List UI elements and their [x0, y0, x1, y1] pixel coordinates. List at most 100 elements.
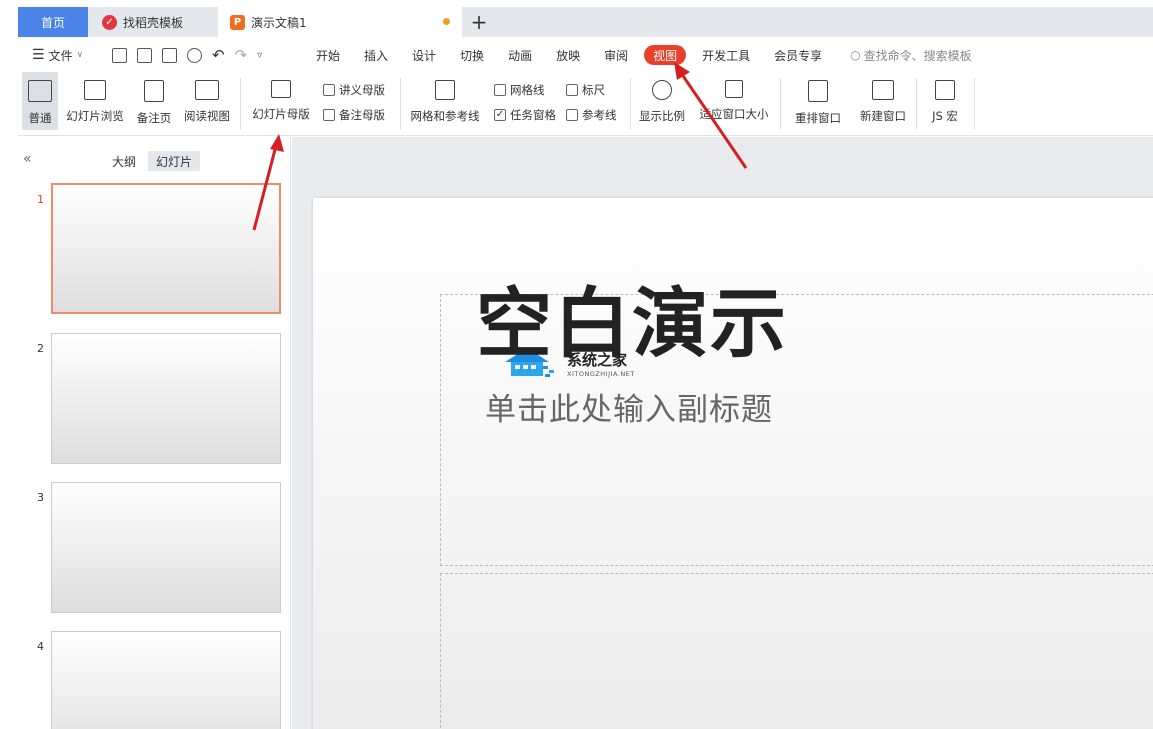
view-ribbon: 普通 幻灯片浏览 备注页 阅读视图 幻灯片母版 讲义母版 备注母版 网格和参考线…	[18, 72, 1153, 136]
arrange-window-icon	[808, 80, 828, 102]
slide-panel: « 大纲 幻灯片 1 2 3 4	[18, 137, 291, 729]
export-pdf-icon[interactable]	[137, 47, 152, 63]
daoke-icon: ✓	[102, 14, 117, 30]
ruler-check-icon	[566, 84, 578, 96]
file-menu-label: 文件	[48, 48, 73, 63]
slide-thumbnail-3[interactable]	[51, 482, 281, 613]
tab-home[interactable]: 首页	[18, 7, 88, 37]
slide-master-button[interactable]: 幻灯片母版	[250, 72, 312, 122]
collapse-panel-button[interactable]: «	[23, 151, 32, 167]
slide-number: 4	[37, 640, 44, 653]
slide-thumbnail-1[interactable]	[51, 183, 281, 314]
menu-tabs: 开始 插入 设计 切换 动画 放映 审阅 视图 开发工具 会员专享	[304, 45, 834, 65]
customize-icon[interactable]: ▿	[257, 50, 262, 61]
arrange-window-button[interactable]: 重排窗口	[788, 72, 848, 126]
menu-slideshow[interactable]: 放映	[544, 45, 592, 65]
new-window-button[interactable]: 新建窗口	[856, 72, 910, 124]
task-pane-checkbox[interactable]: ✓ 任务窗格	[494, 107, 556, 123]
print-icon[interactable]	[162, 47, 177, 63]
search-icon: ○	[850, 48, 861, 62]
normal-view-label: 普通	[28, 111, 52, 125]
slide-subtitle[interactable]: 单击此处输入副标题	[485, 384, 773, 429]
js-macro-icon	[935, 80, 955, 100]
grid-guides-label: 网格和参考线	[410, 109, 480, 123]
slide-title[interactable]: 空白演示	[476, 262, 788, 372]
menu-review[interactable]: 审阅	[592, 45, 640, 65]
fit-window-label: 适应窗口大小	[699, 107, 769, 121]
redo-icon[interactable]: ↷	[235, 46, 248, 64]
slide-canvas: 系统之家 XITONGZHIJIA.NET	[292, 137, 1153, 729]
menu-animation[interactable]: 动画	[496, 45, 544, 65]
menu-insert[interactable]: 插入	[352, 45, 400, 65]
handout-master-icon	[323, 84, 335, 96]
unsaved-dot-icon	[443, 18, 450, 25]
ruler-label: 标尺	[582, 83, 605, 97]
tab-outline[interactable]: 大纲	[104, 151, 144, 171]
normal-view-button[interactable]: 普通	[22, 72, 58, 130]
quick-access-toolbar: ↶ ↷ ▿	[104, 46, 304, 64]
slide-browse-label: 幻灯片浏览	[66, 109, 124, 123]
notes-master-button[interactable]: 备注母版	[323, 107, 385, 123]
hamburger-icon: ☰	[32, 47, 45, 63]
notes-page-icon	[144, 80, 164, 102]
reading-view-button[interactable]: 阅读视图	[180, 72, 234, 124]
fit-window-icon	[725, 80, 743, 98]
task-pane-check-icon: ✓	[494, 109, 506, 121]
menu-start[interactable]: 开始	[304, 45, 352, 65]
command-search[interactable]: ○ 查找命令、搜索模板	[850, 47, 972, 64]
undo-icon[interactable]: ↶	[212, 46, 225, 64]
slide-thumbnail-4[interactable]	[51, 631, 281, 729]
zoom-button[interactable]: 显示比例	[636, 72, 688, 124]
handout-master-label: 讲义母版	[339, 83, 385, 97]
subtitle-placeholder[interactable]	[440, 573, 1153, 729]
menu-design[interactable]: 设计	[400, 45, 448, 65]
slide-browse-button[interactable]: 幻灯片浏览	[64, 72, 126, 124]
handout-master-button[interactable]: 讲义母版	[323, 82, 385, 98]
task-pane-label: 任务窗格	[510, 108, 556, 122]
chevron-down-icon: ∨	[76, 50, 84, 60]
reading-view-icon	[195, 80, 219, 100]
tab-document-label: 演示文稿1	[251, 15, 307, 30]
file-menu[interactable]: ☰ 文件 ∨	[18, 47, 104, 64]
slide-number: 1	[37, 193, 44, 206]
tab-slides[interactable]: 幻灯片	[148, 151, 201, 171]
tab-home-label: 首页	[40, 15, 65, 30]
ruler-checkbox[interactable]: 标尺	[566, 82, 605, 98]
tab-bar: 首页 ✓ 找稻壳模板 P 演示文稿1 +	[18, 7, 1153, 37]
grid-guides-button[interactable]: 网格和参考线	[408, 72, 482, 124]
tab-daoke-label: 找稻壳模板	[123, 15, 184, 30]
fit-window-button[interactable]: 适应窗口大小	[696, 72, 772, 122]
js-macro-button[interactable]: JS 宏	[922, 72, 968, 124]
menu-view[interactable]: 视图	[644, 45, 687, 65]
slide-browse-icon	[84, 80, 106, 100]
tab-document[interactable]: P 演示文稿1	[218, 7, 462, 37]
print-preview-icon[interactable]	[187, 47, 202, 63]
grid-icon	[435, 80, 455, 100]
new-window-icon	[872, 80, 894, 100]
slide-master-icon	[271, 80, 291, 98]
save-icon[interactable]	[112, 47, 127, 63]
zoom-icon	[652, 80, 672, 100]
zoom-label: 显示比例	[639, 109, 685, 123]
slide-master-label: 幻灯片母版	[252, 107, 310, 121]
menu-bar: ☰ 文件 ∨ ↶ ↷ ▿ 开始 插入 设计 切换 动画 放映 审阅 视图 开发工…	[18, 40, 1153, 70]
gridlines-label: 网格线	[510, 83, 545, 97]
js-macro-label: JS 宏	[932, 109, 958, 123]
slide-thumbnail-2[interactable]	[51, 333, 281, 464]
new-window-label: 新建窗口	[860, 109, 906, 123]
notes-page-label: 备注页	[136, 111, 172, 125]
presentation-icon: P	[230, 14, 245, 30]
notes-master-icon	[323, 109, 335, 121]
search-placeholder: 查找命令、搜索模板	[863, 48, 972, 63]
gridlines-checkbox[interactable]: 网格线	[494, 82, 545, 98]
guides-checkbox[interactable]: 参考线	[566, 107, 617, 123]
notes-master-label: 备注母版	[339, 108, 385, 122]
menu-member[interactable]: 会员专享	[762, 45, 834, 65]
notes-page-button[interactable]: 备注页	[134, 72, 174, 126]
menu-developer[interactable]: 开发工具	[690, 45, 762, 65]
menu-transition[interactable]: 切换	[448, 45, 496, 65]
tab-daoke-templates[interactable]: ✓ 找稻壳模板	[88, 7, 218, 37]
new-tab-button[interactable]: +	[462, 7, 496, 37]
arrange-window-label: 重排窗口	[795, 111, 841, 125]
guides-check-icon	[566, 109, 578, 121]
